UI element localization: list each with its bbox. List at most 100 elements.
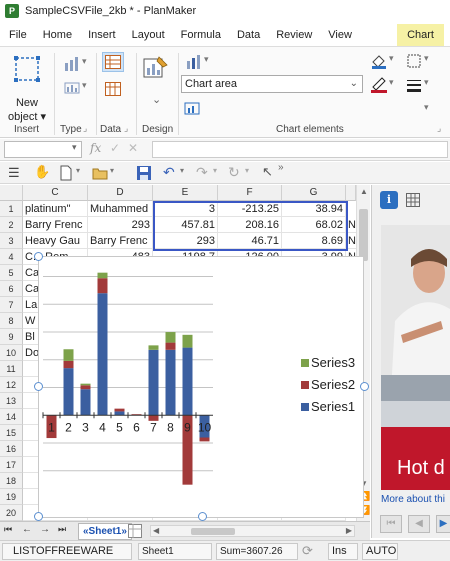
- row-header-19[interactable]: 19: [0, 489, 23, 505]
- row-header-17[interactable]: 17: [0, 457, 23, 473]
- column-header-c[interactable]: C: [23, 185, 88, 201]
- open-dropdown-icon[interactable]: ▾: [110, 166, 114, 175]
- chart-resize-handle-mid-right[interactable]: [360, 382, 369, 391]
- row-header-5[interactable]: 5: [0, 265, 23, 281]
- scroll-up-icon[interactable]: ▲: [360, 187, 368, 196]
- fill-color-dropdown-icon[interactable]: ▾: [389, 53, 394, 64]
- row-header-11[interactable]: 11: [0, 361, 23, 377]
- ad-banner[interactable]: Hot d: [381, 225, 450, 490]
- row-header-2[interactable]: 2: [0, 217, 23, 233]
- shape-outline-icon[interactable]: [406, 53, 422, 69]
- chart-elements-expand-icon[interactable]: ⌟: [437, 123, 441, 134]
- cell-e3[interactable]: 293: [153, 233, 218, 249]
- scroll-right-icon[interactable]: ▶: [346, 526, 352, 535]
- sheet-tab-sheet1[interactable]: «Sheet1»: [78, 523, 132, 540]
- name-box-dropdown-icon[interactable]: ▾: [72, 142, 77, 153]
- menu-layout[interactable]: Layout: [124, 24, 173, 46]
- chart-element-icon[interactable]: [186, 55, 202, 69]
- cell-c2[interactable]: Barry Frenc: [23, 217, 88, 233]
- chart-resize-handle-bottom-mid[interactable]: [198, 512, 207, 521]
- status-calc[interactable]: AUTO: [362, 543, 398, 560]
- add-sheet-icon[interactable]: [128, 524, 142, 538]
- side-nav-prev-button[interactable]: ◀: [408, 515, 430, 533]
- row-header-18[interactable]: 18: [0, 473, 23, 489]
- cell-e1[interactable]: 3: [153, 201, 218, 217]
- repeat-icon[interactable]: ↻: [228, 164, 240, 181]
- scroll-left-icon[interactable]: ◀: [153, 526, 159, 535]
- column-header-f[interactable]: F: [218, 185, 282, 201]
- chart-options-dropdown-icon[interactable]: ▾: [82, 80, 87, 91]
- chart-type-dropdown-icon[interactable]: ▾: [82, 56, 87, 67]
- recalc-icon[interactable]: ⟳: [302, 543, 313, 559]
- chart-area-select[interactable]: Chart area ⌄: [181, 75, 363, 93]
- save-icon[interactable]: [136, 165, 152, 181]
- corner-cell[interactable]: [0, 185, 23, 201]
- pointer-icon[interactable]: ↖: [262, 164, 273, 180]
- horizontal-scroll-thumb[interactable]: [191, 528, 235, 535]
- menu-review[interactable]: Review: [268, 24, 320, 46]
- column-header-e[interactable]: E: [153, 185, 218, 201]
- prev-sheet-icon[interactable]: ←: [22, 524, 32, 535]
- cell-f1[interactable]: -213.25: [218, 201, 282, 217]
- menu-file[interactable]: File: [0, 24, 35, 46]
- type-expand-icon[interactable]: ⌟: [83, 123, 87, 134]
- row-header-10[interactable]: 10: [0, 345, 23, 361]
- new-document-icon[interactable]: [58, 165, 74, 181]
- hand-icon[interactable]: ✋: [34, 164, 50, 180]
- row-header-15[interactable]: 15: [0, 425, 23, 441]
- scroll-thumb[interactable]: [359, 209, 368, 261]
- open-folder-icon[interactable]: [92, 165, 108, 181]
- menu-view[interactable]: View: [320, 24, 360, 46]
- side-nav-first-button[interactable]: ⏮: [380, 515, 402, 533]
- menu-home[interactable]: Home: [35, 24, 80, 46]
- chart-object[interactable]: 1 2 3 4 5 6 7 8 9 10 Series3 Series2 Series1: [38, 256, 364, 518]
- chart-properties-icon[interactable]: [184, 101, 200, 115]
- row-header-4[interactable]: 4: [0, 249, 23, 265]
- row-header-16[interactable]: 16: [0, 441, 23, 457]
- cell-c3[interactable]: Heavy Gau: [23, 233, 88, 249]
- last-sheet-icon[interactable]: ⏭: [58, 524, 66, 535]
- chart-resize-handle-top-left[interactable]: [34, 252, 43, 261]
- cell-g3[interactable]: 8.69: [282, 233, 346, 249]
- row-header-3[interactable]: 3: [0, 233, 23, 249]
- redo-dropdown-icon[interactable]: ▾: [213, 166, 217, 175]
- formula-input[interactable]: [152, 141, 448, 158]
- cell-d2[interactable]: 293: [88, 217, 153, 233]
- menu-formula[interactable]: Formula: [173, 24, 229, 46]
- redo-icon[interactable]: ↷: [196, 164, 208, 181]
- column-header-h[interactable]: [346, 185, 356, 201]
- first-sheet-icon[interactable]: ⏮: [4, 524, 12, 535]
- row-header-12[interactable]: 12: [0, 377, 23, 393]
- row-header-14[interactable]: 14: [0, 409, 23, 425]
- hamburger-icon[interactable]: ☰: [8, 165, 20, 181]
- horizontal-scrollbar[interactable]: ◀ ▶: [150, 525, 355, 537]
- chart-resize-handle-bottom-left[interactable]: [34, 512, 43, 521]
- row-header-6[interactable]: 6: [0, 281, 23, 297]
- line-width-icon[interactable]: [406, 77, 422, 93]
- chart-element-dropdown-icon[interactable]: ▾: [204, 54, 209, 65]
- shape-outline-dropdown-icon[interactable]: ▾: [424, 53, 429, 64]
- cancel-icon[interactable]: ✕: [128, 141, 138, 155]
- data-expand-icon[interactable]: ⌟: [124, 123, 128, 134]
- grid-view-icon[interactable]: [406, 193, 420, 207]
- line-width-dropdown-icon[interactable]: ▾: [424, 77, 429, 88]
- cell-d3[interactable]: Barry Frenc: [88, 233, 153, 249]
- row-header-8[interactable]: 8: [0, 313, 23, 329]
- row-header-7[interactable]: 7: [0, 297, 23, 313]
- row-header-20[interactable]: 20: [0, 505, 23, 521]
- table-columns-icon[interactable]: [105, 82, 121, 96]
- data-rows-button[interactable]: [102, 52, 124, 72]
- undo-icon[interactable]: ↶: [163, 164, 175, 181]
- line-color-dropdown-icon[interactable]: ▾: [389, 77, 394, 88]
- column-header-d[interactable]: D: [88, 185, 153, 201]
- cell-g2[interactable]: 68.02: [282, 217, 346, 233]
- column-header-g[interactable]: G: [282, 185, 346, 201]
- menu-insert[interactable]: Insert: [80, 24, 124, 46]
- cell-f3[interactable]: 46.71: [218, 233, 282, 249]
- name-box[interactable]: [4, 141, 82, 158]
- cell-g1[interactable]: 38.94: [282, 201, 346, 217]
- check-icon[interactable]: ✓: [110, 141, 120, 155]
- cell-f2[interactable]: 208.16: [218, 217, 282, 233]
- undo-dropdown-icon[interactable]: ▾: [180, 166, 184, 175]
- side-nav-next-button[interactable]: ▶: [436, 515, 450, 533]
